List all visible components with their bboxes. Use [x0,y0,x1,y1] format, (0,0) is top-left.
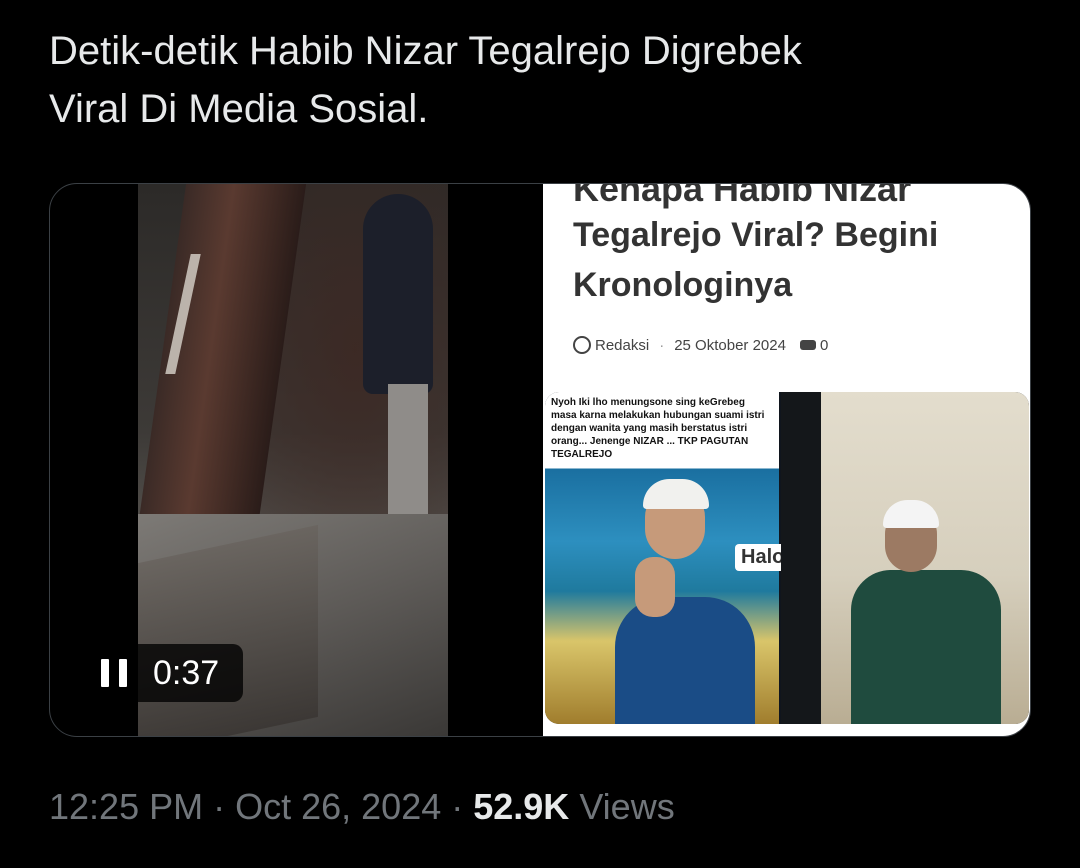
tweet-text-line-2: Viral Di Media Sosial. [49,87,429,131]
photo-person-seated [851,500,1001,724]
footer-separator: · [441,786,474,827]
article-photo: Nyoh Iki lho menungsone sing keGrebeg ma… [545,392,1029,724]
tweet-text: Detik-detik Habib Nizar Tegalrejo Digreb… [49,22,1029,138]
video-scene-cabinet [138,524,318,736]
photo-right-panel [821,392,1029,724]
photo-caption: Nyoh Iki lho menungsone sing keGrebeg ma… [551,397,765,460]
meta-separator: · [659,336,665,354]
article-screenshot: Kenapa Habib Nizar Tegalrejo Viral? Begi… [543,184,1030,736]
tweet-date[interactable]: Oct 26, 2024 [235,786,441,827]
tweet-text-line-1: Detik-detik Habib Nizar Tegalrejo Digreb… [49,29,802,73]
comment-icon [799,340,816,350]
article-comment-count: 0 [819,336,829,354]
photo-divider [781,392,821,724]
article-author: Redaksi [595,336,650,354]
media-container[interactable]: 0:37 Kenapa Habib Nizar Tegalrejo Viral?… [49,183,1031,737]
video-controls: 0:37 [83,644,243,702]
footer-separator: · [203,786,236,827]
views-count[interactable]: 52.9K [473,786,569,827]
photo-left-panel: Nyoh Iki lho menungsone sing keGrebeg ma… [545,392,826,724]
article-title: Tegalrejo Viral? Begini Kronologinya [573,216,939,304]
pause-icon[interactable] [101,659,127,687]
article-date: 25 Oktober 2024 [674,336,786,354]
article-meta: Redaksi · 25 Oktober 2024 0 [573,336,828,354]
user-icon [573,336,591,354]
video-scene-legs [388,384,428,514]
views-label[interactable]: Views [569,786,674,827]
tweet-time[interactable]: 12:25 PM [49,786,203,827]
video-elapsed-time: 0:37 [153,653,220,692]
article-title-partial: Kenapa Habib Nizar [573,184,912,209]
photo-person-praying [615,479,755,724]
video-scene-person [363,194,433,394]
tweet-footer: 12:25 PM · Oct 26, 2024 · 52.9K Views [49,786,675,828]
